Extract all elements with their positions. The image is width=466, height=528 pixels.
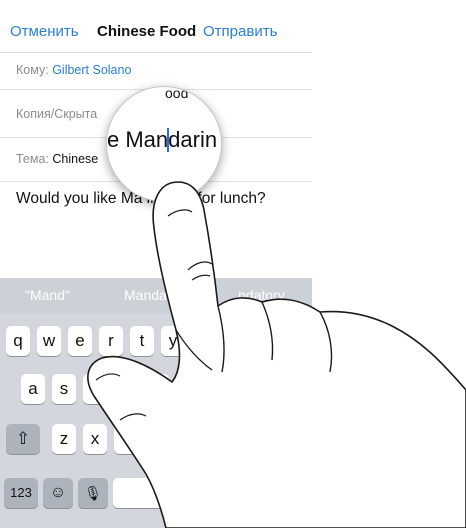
hand-pointer-icon [87,181,466,528]
